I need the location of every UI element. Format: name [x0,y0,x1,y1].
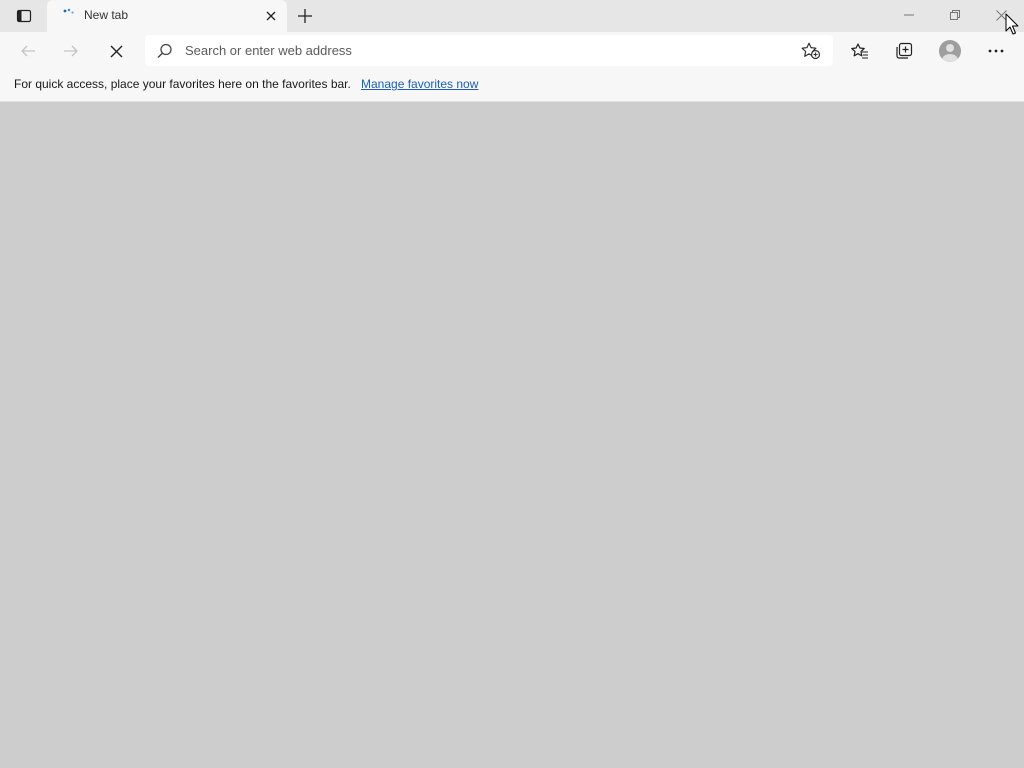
settings-and-more-button[interactable] [980,35,1012,67]
new-tab-button[interactable] [292,3,318,29]
collections-icon [895,42,913,60]
navigation-toolbar [0,32,1024,70]
favorites-star-list-icon [851,43,869,59]
favorites-bar: For quick access, place your favorites h… [0,70,1024,102]
tab-new-tab[interactable]: New tab [47,0,287,32]
collections-button[interactable] [888,35,920,67]
avatar [939,40,961,62]
minimize-icon [904,10,914,20]
back-button[interactable] [12,35,44,67]
search-icon [157,43,173,59]
address-input[interactable] [185,35,785,66]
tab-close-icon[interactable] [261,6,281,26]
favorites-button[interactable] [844,35,876,67]
plus-icon [298,9,312,23]
page-content[interactable] [0,102,1024,768]
stop-x-icon [110,45,123,58]
profile-button[interactable] [934,35,966,67]
loading-favicon-icon [62,8,76,22]
more-horizontal-icon [988,49,1004,53]
address-bar[interactable] [145,35,833,66]
favorites-bar-message: For quick access, place your favorites h… [14,77,351,91]
tab-actions-button[interactable] [8,2,40,30]
add-to-favorites-button[interactable] [797,38,825,64]
title-bar: New tab [0,0,1024,32]
forward-button[interactable] [55,35,87,67]
restore-icon [950,10,960,20]
mouse-cursor-icon [1005,13,1019,37]
stop-loading-button[interactable] [100,35,132,67]
star-add-icon [801,42,821,60]
arrow-left-icon [20,43,36,59]
manage-favorites-link[interactable]: Manage favorites now [361,77,478,91]
minimize-button[interactable] [886,0,932,30]
arrow-right-icon [63,43,79,59]
restore-button[interactable] [932,0,978,30]
tab-title: New tab [84,8,129,22]
tab-actions-icon [16,8,32,24]
